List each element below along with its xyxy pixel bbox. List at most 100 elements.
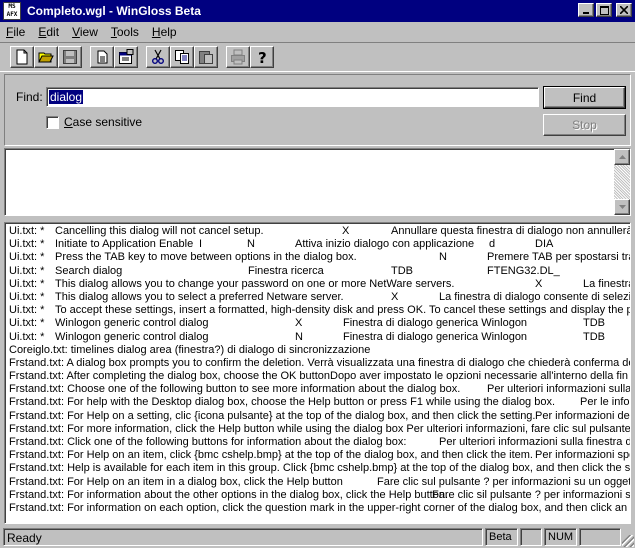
maximize-button[interactable] <box>596 3 612 17</box>
find-input-value[interactable]: dialog <box>49 90 84 104</box>
result-row[interactable]: Ui.txt: * This dialog allows you to selec… <box>9 290 631 304</box>
result-row[interactable]: Frstand.txt: For Help on an item in a di… <box>9 476 630 489</box>
result-row[interactable]: Ui.txt: * Initiate to Application Enable I… <box>9 238 628 251</box>
result-cell: Frstand.txt: Help is available for each … <box>9 462 631 475</box>
result-cell: Frstand.txt: For help with the Desktop d… <box>9 396 556 409</box>
result-cell: Initiate to Application Enable <box>55 238 194 251</box>
menu-file[interactable]: File <box>6 25 25 39</box>
result-cell: Ui.txt: * <box>9 264 45 277</box>
result-cell: Ui.txt: * <box>9 251 45 264</box>
result-cell: Ui.txt: * <box>9 225 45 237</box>
menu-edit[interactable]: Edit <box>38 25 59 39</box>
result-cell: d <box>489 238 496 251</box>
result-cell: This dialog allows you to change your pa… <box>55 277 455 290</box>
find-panel: Find: dialog Find Stop Case sensitive <box>4 74 631 146</box>
print-button[interactable] <box>226 46 250 68</box>
status-panel-beta: Beta <box>485 528 518 546</box>
result-cell: Cancelling this dialog will not cancel s… <box>55 225 264 237</box>
result-row[interactable]: Frstand.txt: For Help on an item, click … <box>9 449 630 462</box>
result-cell: Ui.txt: * <box>9 330 45 343</box>
result-row[interactable]: Coreiglo.txt: timelines dialog area (fin… <box>9 344 628 357</box>
result-cell: Press the TAB key to move between option… <box>55 251 357 264</box>
menu-help[interactable]: Help <box>152 25 177 39</box>
resize-grip[interactable] <box>622 535 634 547</box>
result-cell: La finestra di dialogo consente di selez… <box>439 290 631 303</box>
paste-button[interactable] <box>194 46 218 68</box>
open-button[interactable] <box>34 46 58 68</box>
page-button[interactable] <box>90 46 114 68</box>
copy-button[interactable] <box>170 46 194 68</box>
result-cell: Coreiglo.txt: timelines dialog area (fin… <box>9 343 371 356</box>
minimize-icon <box>583 12 589 14</box>
result-row[interactable]: Ui.txt: * Winlogon generic control dialog… <box>9 317 628 330</box>
find-button[interactable]: Find <box>543 86 626 109</box>
case-sensitive-checkbox[interactable] <box>46 116 59 129</box>
stop-button[interactable]: Stop <box>543 114 626 136</box>
result-cell: X <box>391 290 399 303</box>
result-cell: TDB <box>391 264 413 277</box>
save-button[interactable] <box>58 46 82 68</box>
properties-icon <box>119 49 134 64</box>
copy-icon <box>175 50 189 64</box>
result-row[interactable]: Ui.txt: * Cancelling this dialog will not… <box>9 225 630 238</box>
menu-tools[interactable]: Tools <box>111 25 139 39</box>
title-bar[interactable]: MS AFX Completo.wgl - WinGloss Beta <box>0 0 635 22</box>
minimize-button[interactable] <box>578 3 594 17</box>
case-sensitive-label: Case sensitive <box>64 115 143 129</box>
result-row[interactable]: Ui.txt: * This dialog allows you to chang… <box>9 277 630 291</box>
result-cell: Per ulteriori informazioni sulla finestr… <box>439 436 631 448</box>
result-row[interactable]: Frstand.txt: For Help on a setting, clic… <box>9 409 631 423</box>
result-row[interactable]: Frstand.txt: Choose one of the following… <box>9 383 631 396</box>
result-cell: Ui.txt: * <box>9 317 45 330</box>
result-cell: TDB <box>583 330 605 343</box>
result-row[interactable]: Ui.txt: * Press the TAB key to move betwe… <box>9 251 630 264</box>
result-cell: Per le info <box>580 396 630 409</box>
result-cell: Frstand.txt: For Help on an item, click … <box>9 449 533 462</box>
find-input[interactable] <box>46 87 539 107</box>
help-button[interactable]: ? <box>250 46 274 68</box>
result-cell: Ui.txt: * <box>9 238 45 251</box>
result-cell: X <box>535 277 543 290</box>
new-button[interactable] <box>10 46 34 68</box>
detail-text-pane[interactable] <box>4 148 631 216</box>
up-arrow-icon <box>618 155 626 159</box>
result-cell: Ui.txt: * <box>9 277 45 290</box>
scroll-track[interactable] <box>614 165 630 199</box>
app-icon[interactable]: MS AFX <box>3 2 21 20</box>
cut-button[interactable] <box>146 46 170 68</box>
result-cell: N <box>439 251 447 264</box>
scroll-down-button[interactable] <box>614 199 630 215</box>
page-icon <box>97 50 108 64</box>
result-row[interactable]: Frstand.txt: For help with the Desktop d… <box>9 396 630 409</box>
find-label: Find: <box>16 90 43 104</box>
result-row[interactable]: Frstand.txt: For more information, click… <box>9 423 630 436</box>
result-cell: Frstand.txt: For Help on a setting, clic… <box>9 409 536 422</box>
scroll-up-button[interactable] <box>614 149 630 165</box>
result-row[interactable]: Frstand.txt: For information on each opt… <box>9 502 630 515</box>
result-cell: Ui.txt: * <box>9 290 45 303</box>
results-list[interactable]: Ui.txt: * Cancelling this dialog will not… <box>4 222 631 524</box>
detail-scrollbar[interactable] <box>614 149 630 215</box>
status-panel-empty <box>520 528 542 546</box>
result-row[interactable]: Ui.txt: * Search dialog Finestra ricerca TD… <box>9 265 628 278</box>
result-cell: X <box>342 225 350 237</box>
result-row[interactable]: Frstand.txt: After completing the dialog… <box>9 370 628 383</box>
close-button[interactable] <box>616 3 632 17</box>
result-row[interactable]: Frstand.txt: For information about the o… <box>9 489 630 502</box>
result-cell: Search dialog <box>55 264 123 277</box>
print-icon <box>231 49 245 65</box>
properties-button[interactable] <box>114 46 138 68</box>
result-row[interactable]: Ui.txt: * Winlogon generic control dialog… <box>9 331 628 344</box>
result-cell: TDB <box>583 317 605 330</box>
result-row[interactable]: Frstand.txt: Help is available for each … <box>9 462 631 475</box>
result-row[interactable]: Ui.txt: * To accept these settings, inser… <box>9 304 630 317</box>
result-cell: Per ulteriori informazioni sulla fi <box>487 383 631 396</box>
menu-view[interactable]: View <box>72 25 98 39</box>
result-cell: This dialog allows you to select a prefe… <box>55 290 344 303</box>
result-cell: Frstand.txt: A dialog box prompts you to… <box>9 356 631 369</box>
result-row[interactable]: Frstand.txt: A dialog box prompts you to… <box>9 356 631 370</box>
result-cell: Per informazioni dell <box>535 409 631 422</box>
result-cell: Finestra di dialogo generica Winlogon <box>343 330 528 343</box>
result-cell: N <box>247 238 255 251</box>
result-row[interactable]: Frstand.txt: Click one of the following … <box>9 436 631 449</box>
